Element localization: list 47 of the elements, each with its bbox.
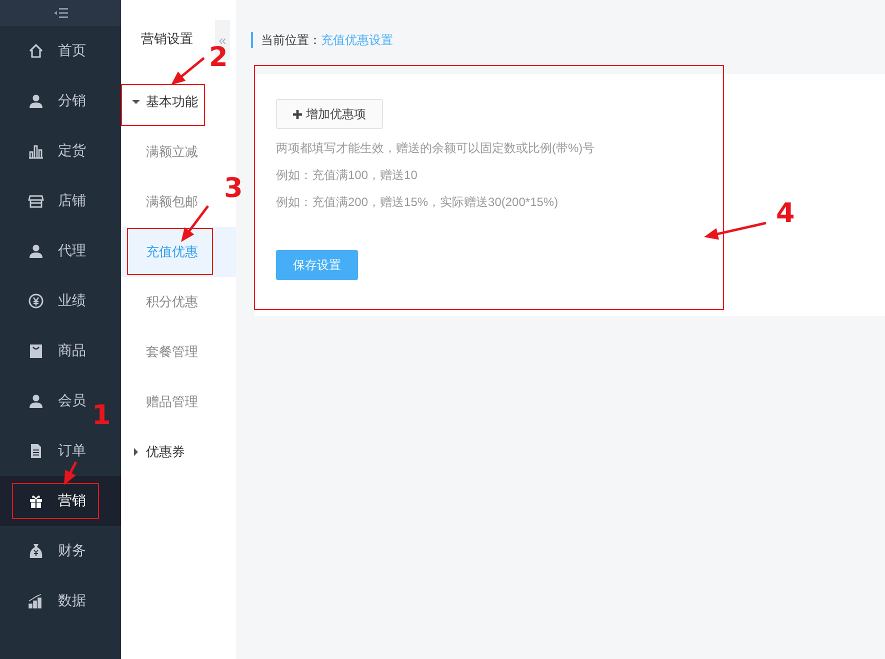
collapse-icon[interactable] <box>54 8 68 18</box>
nav-item[interactable]: 定货 <box>28 142 86 160</box>
nav-item[interactable]: 会员 <box>28 392 86 410</box>
arrow <box>171 57 205 85</box>
hint-text: 两项都填写才能生效，赠送的余额可以固定数或比例(带%)号 <box>276 140 595 156</box>
step-number: 4 <box>776 200 795 227</box>
submenu-title: 营销设置 <box>141 31 193 47</box>
gift-icon <box>28 493 44 509</box>
caret-icon <box>132 448 140 456</box>
step-number: 3 <box>224 175 243 202</box>
nav-item[interactable]: 订单 <box>28 442 86 460</box>
hint-text: 例如：充值满100，赠送10 <box>276 167 418 183</box>
breadcrumb-label: 当前位置： <box>261 33 321 47</box>
chart-icon <box>28 593 44 609</box>
arrow <box>64 461 78 485</box>
nav-item[interactable]: 店铺 <box>28 192 86 210</box>
submenu-item[interactable]: 套餐管理 <box>146 343 198 361</box>
bag-icon <box>28 343 44 359</box>
document-icon <box>28 443 44 459</box>
plus-icon <box>293 110 302 118</box>
nav-item[interactable]: 营销 <box>28 492 86 510</box>
nav-item[interactable]: 业绩 <box>28 292 86 310</box>
yen-icon <box>28 293 44 309</box>
nav-item[interactable]: 商品 <box>28 342 86 360</box>
caret-icon <box>132 98 140 106</box>
submenu-item[interactable]: 满额包邮 <box>146 193 198 211</box>
submenu-item[interactable]: 满额立减 <box>146 143 198 161</box>
hint-text: 例如：充值满200，赠送15%，实际赠送30(200*15%) <box>276 194 558 210</box>
submenu-item[interactable]: 积分优惠 <box>146 293 198 311</box>
nav-item[interactable]: 代理 <box>28 242 86 260</box>
home-icon <box>28 43 44 59</box>
nav-item[interactable]: 财务 <box>28 542 86 560</box>
submenu-item[interactable]: 赠品管理 <box>146 393 198 411</box>
store-icon <box>28 193 44 209</box>
money-bag-icon <box>28 543 44 559</box>
add-button[interactable]: 增加优惠项 <box>276 99 383 129</box>
nav-item[interactable]: 分销 <box>28 92 86 110</box>
menu-group[interactable]: 优惠券 <box>132 443 185 461</box>
bar-chart-icon <box>28 143 44 159</box>
nav-item[interactable]: 数据 <box>28 592 86 610</box>
user-icon <box>28 243 44 259</box>
arrow <box>704 222 766 240</box>
step-number: 1 <box>92 402 111 429</box>
nav-item[interactable]: 首页 <box>28 42 86 60</box>
user-icon <box>28 393 44 409</box>
menu-group[interactable]: 基本功能 <box>132 93 198 111</box>
user-icon <box>28 93 44 109</box>
